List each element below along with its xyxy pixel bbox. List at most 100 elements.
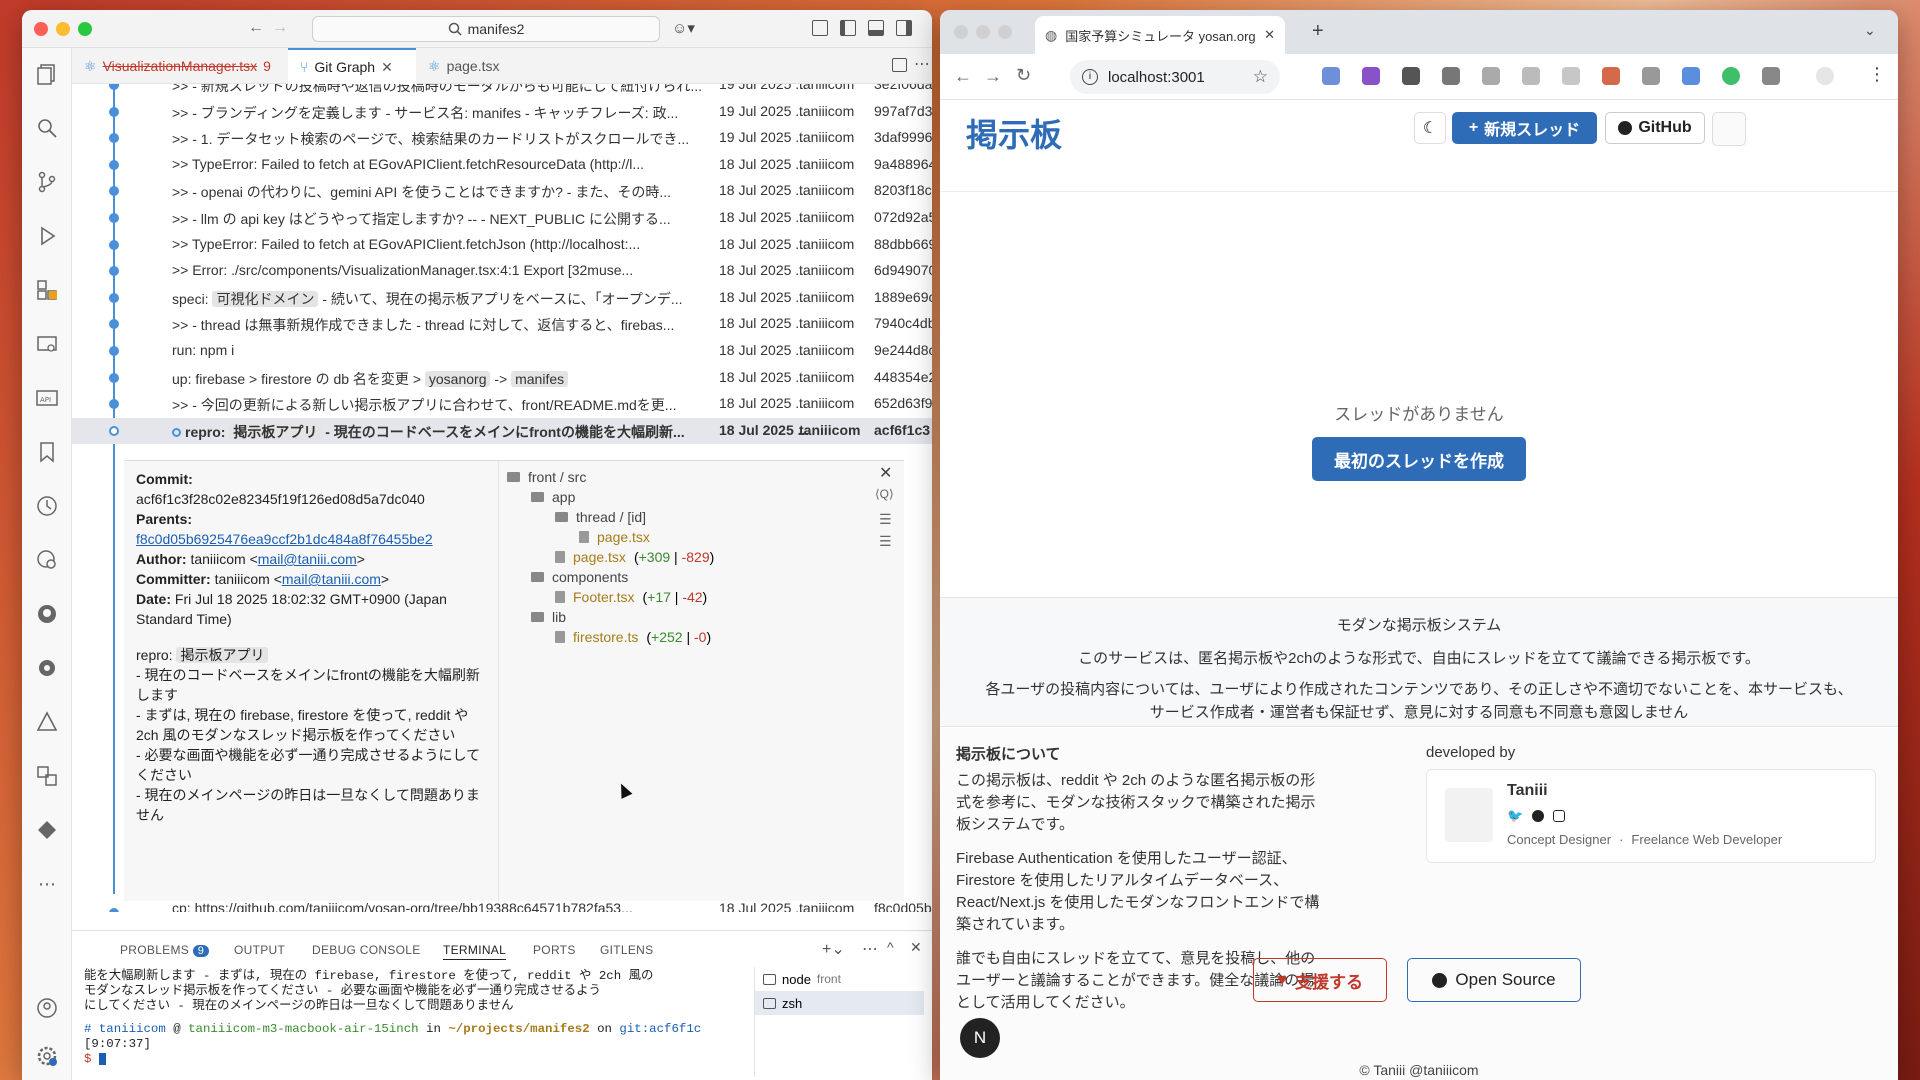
script-extension-icon[interactable] [1642, 67, 1660, 85]
api-icon[interactable]: API [33, 384, 61, 412]
command-center-search[interactable]: manifes2 [312, 16, 660, 42]
address-bar[interactable]: i localhost:3001 ☆ [1070, 60, 1280, 94]
back-icon[interactable]: ← [954, 66, 972, 87]
screenshot-extension-icon[interactable] [1442, 67, 1460, 85]
maximize-window-button[interactable] [998, 25, 1012, 39]
commit-row[interactable]: speci: 可視化ドメイン - 続いて、現在の掲示板アプリをベースに、「オープ… [72, 285, 932, 312]
github-icon[interactable] [1532, 810, 1545, 822]
tab-search-icon[interactable]: ⌄ [1864, 22, 1876, 39]
commit-row[interactable]: >> - 1. データセット検索のページで、検索結果のカードリストがスクロールで… [72, 125, 932, 152]
maximize-panel-icon[interactable]: ^ [887, 939, 894, 955]
close-window-button[interactable] [34, 22, 48, 36]
tree-folder-lib[interactable]: lib [531, 609, 566, 625]
avatar-circle[interactable]: N [960, 1018, 1000, 1058]
committer-email-link[interactable]: mail@taniii.com [282, 571, 381, 587]
commit-row[interactable]: >> - 今回の更新による新しい掲示板アプリに合わせて、front/README… [72, 391, 932, 418]
tab-debug-console[interactable]: DEBUG CONSOLE [312, 943, 421, 957]
close-window-button[interactable] [954, 25, 968, 39]
tab-git-graph[interactable]: ⑂ Git Graph ✕ [288, 48, 416, 84]
commit-row[interactable]: >> TypeError: Failed to fetch at EGovAPI… [72, 152, 932, 179]
close-icon[interactable]: ✕ [381, 59, 393, 76]
commit-row[interactable]: >> Error: ./src/components/Visualization… [72, 258, 932, 285]
author-email-link[interactable]: mail@taniii.com [258, 551, 357, 567]
layout-bottom-icon[interactable] [868, 20, 884, 36]
gitlens-icon[interactable] [33, 546, 61, 574]
tab-visualization-manager[interactable]: ⚛ VisualizationManager.tsx 9 [72, 48, 288, 84]
close-details-icon[interactable]: ✕ [879, 463, 892, 483]
source-control-icon[interactable] [33, 168, 61, 196]
commit-row[interactable]: up: firebase > firestore の db 名を変更 > yos… [72, 365, 932, 392]
create-first-thread-button[interactable]: 最初のスレッドを作成 [1312, 437, 1526, 481]
commit-row[interactable]: >> - ブランディングを定義します - サービス名: manifes - キャ… [72, 99, 932, 126]
pen-extension-icon[interactable] [1562, 67, 1580, 85]
commit-row[interactable]: >> - 新規スレッドの投稿時や返信の投稿時のモーダルからも可能にして紐付けられ… [72, 84, 932, 99]
browser-menu-icon[interactable]: ⋮ [1868, 64, 1886, 85]
commit-row[interactable]: >> - llm の api key はどうやって指定しますか? -- - NE… [72, 205, 932, 232]
terminal-item-zsh[interactable]: zsh [755, 991, 924, 1015]
maximize-window-button[interactable] [78, 22, 92, 36]
layout-sidebar-icon[interactable] [812, 20, 828, 36]
forward-arrow-icon[interactable]: → [272, 19, 288, 37]
tab-ports[interactable]: PORTS [533, 943, 576, 957]
tree-root[interactable]: front / src [507, 469, 586, 485]
image-extension-icon[interactable] [1602, 67, 1620, 85]
search-icon[interactable] [33, 114, 61, 142]
run-debug-icon[interactable] [33, 222, 61, 250]
tree-view-icon[interactable]: ☰ [879, 511, 892, 528]
accounts-icon[interactable] [33, 994, 61, 1022]
translate-extension-icon[interactable] [1322, 67, 1340, 85]
commit-row[interactable]: run: npm i 18 Jul 2025 ... taniiicom 9e244d… [72, 338, 932, 365]
theme-toggle-button[interactable]: ☾ [1414, 112, 1446, 144]
forward-icon[interactable]: → [984, 66, 1002, 87]
more-actions-icon[interactable]: ⋯ [914, 54, 930, 74]
tab-page-tsx[interactable]: ⚛ page.tsx [416, 48, 536, 84]
shapes-icon[interactable] [33, 762, 61, 790]
commit-row[interactable]: >> - thread は無事新規作成できました - thread に対して、返… [72, 311, 932, 338]
more-icon[interactable]: ⋯ [33, 870, 61, 898]
commit-row[interactable]: repro: 掲示板アプリ - 現在のコードベースをメインにfrontの機能を大… [72, 417, 932, 445]
remote-explorer-icon[interactable] [33, 330, 61, 358]
tree-file-app-page[interactable]: page.tsx (+309 | -829) [555, 549, 714, 565]
drive-icon[interactable] [33, 708, 61, 736]
parent-hash-link[interactable]: f8c0d05b6925476ea9ccf2b1dc484a8f76455be2 [136, 531, 433, 547]
puzzle-icon[interactable] [33, 816, 61, 844]
tree-file-thread-page[interactable]: page.tsx [579, 529, 650, 545]
commit-row[interactable]: cp: https://github.com/taniiicom/yosan-o… [72, 900, 932, 912]
instagram-icon[interactable] [1553, 810, 1566, 822]
green-extension-icon[interactable] [1722, 67, 1740, 85]
support-button[interactable]: ♥ 支援する [1253, 958, 1387, 1002]
tab-problems[interactable]: PROBLEMS 9 [120, 943, 210, 957]
new-tab-icon[interactable]: + [1312, 20, 1324, 43]
github-button[interactable]: GitHub [1605, 112, 1705, 144]
extensions-icon[interactable] [33, 276, 61, 304]
terminal-output[interactable]: 能を大幅刷新します - まずは, 現在の firebase, firestore… [84, 969, 754, 1067]
list-view-icon[interactable]: ☰ [879, 533, 892, 550]
camera-extension-icon[interactable] [1482, 67, 1500, 85]
timeline-icon[interactable] [33, 492, 61, 520]
settings-sync-icon[interactable] [33, 654, 61, 682]
back-arrow-icon[interactable]: ← [248, 19, 264, 37]
github-icon[interactable] [33, 600, 61, 628]
tree-file-firestore[interactable]: firestore.ts (+252 | -0) [555, 629, 711, 645]
tree-folder-app[interactable]: app [531, 489, 575, 505]
tab-output[interactable]: OUTPUT [234, 943, 285, 957]
x-extension-icon[interactable] [1402, 67, 1420, 85]
explorer-icon[interactable] [33, 60, 61, 88]
tree-folder-components[interactable]: components [531, 569, 628, 585]
new-thread-button[interactable]: + 新規スレッド [1452, 112, 1597, 144]
bookmark-icon[interactable] [33, 438, 61, 466]
commit-row[interactable]: >> TypeError: Failed to fetch at EGovAPI… [72, 232, 932, 259]
tab-gitlens[interactable]: GITLENS [600, 943, 653, 957]
audio-extension-icon[interactable] [1682, 67, 1700, 85]
layout-panel-icon[interactable] [840, 20, 856, 36]
minimize-window-button[interactable] [56, 22, 70, 36]
terminal-item-node[interactable]: node front [755, 967, 924, 991]
tab-terminal[interactable]: TERMINAL [443, 943, 507, 960]
minimize-window-button[interactable] [976, 25, 990, 39]
profile-icon[interactable] [1816, 67, 1834, 85]
twitter-icon[interactable]: 🐦 [1507, 808, 1523, 824]
close-tab-icon[interactable]: ✕ [1264, 27, 1275, 43]
doc-extension-icon[interactable] [1522, 67, 1540, 85]
panel-more-icon[interactable]: ⋯ [862, 939, 878, 959]
copilot-icon[interactable]: ☺▾ [672, 19, 695, 37]
